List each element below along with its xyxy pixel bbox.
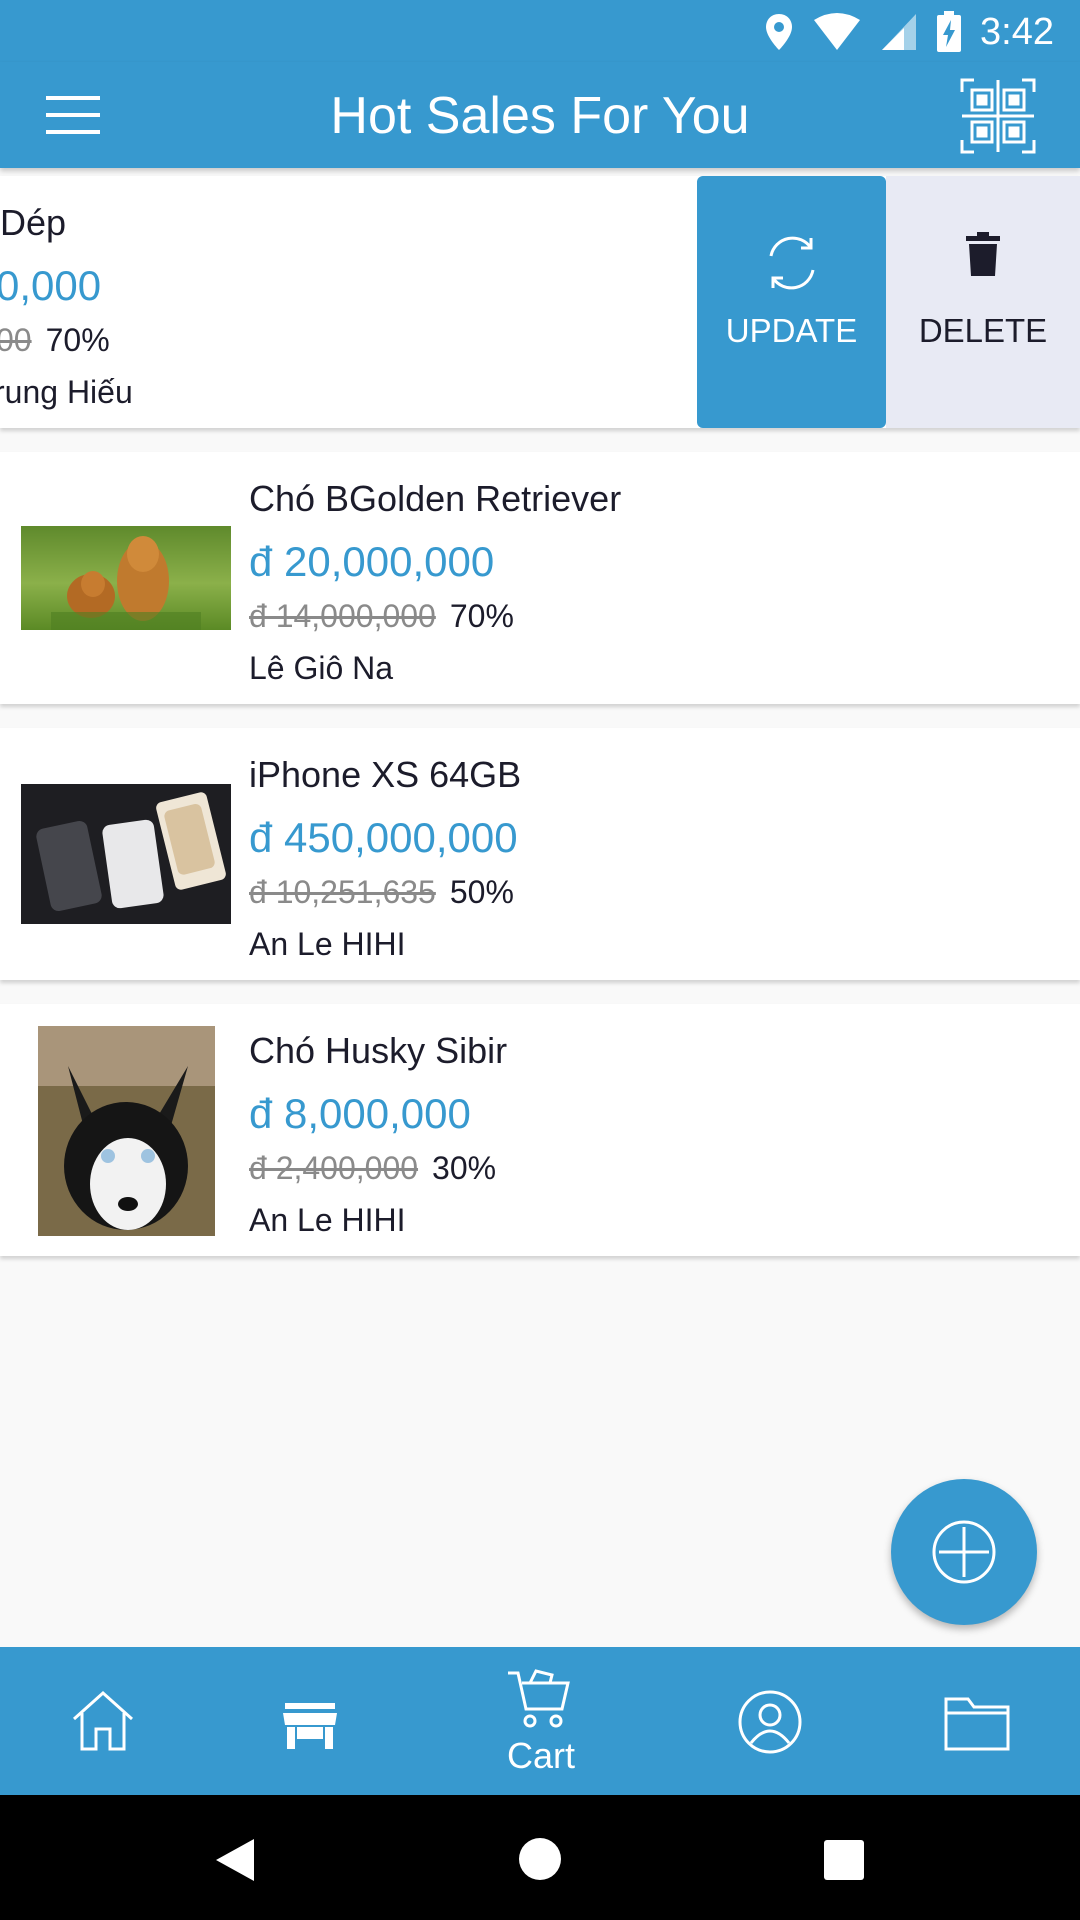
seller-name: Lê Giô Na (249, 650, 394, 686)
product-image (38, 1026, 215, 1236)
product-price: đ 450,000,000 (249, 814, 518, 861)
signal-icon (882, 14, 917, 50)
bottom-navigation: Cart (0, 1647, 1080, 1795)
old-price: đ 10,251,635 (249, 874, 436, 910)
back-icon[interactable] (214, 1837, 256, 1883)
list-item[interactable]: iPhone XS 64GB đ 450,000,000 đ 10,251,63… (0, 728, 1080, 980)
list-item[interactable]: Chó Husky Sibir đ 8,000,000 đ 2,400,000 3… (0, 1004, 1080, 1256)
nav-home[interactable] (70, 1647, 140, 1795)
battery-charging-icon (937, 11, 962, 52)
qr-code-icon[interactable] (960, 78, 1036, 154)
profile-icon (738, 1690, 802, 1754)
nav-folder[interactable] (944, 1647, 1010, 1795)
store-icon (283, 1703, 337, 1749)
nav-cart-label: Cart (506, 1735, 575, 1776)
update-label: UPDATE (725, 312, 858, 349)
location-icon (766, 14, 793, 50)
add-fab-button[interactable] (891, 1479, 1037, 1625)
recents-icon[interactable] (824, 1840, 864, 1880)
old-price: 00 (0, 322, 32, 358)
product-price: 0,000 (0, 262, 102, 309)
folder-icon (944, 1697, 1010, 1751)
old-price-row: đ 2,400,000 30% (249, 1150, 496, 1187)
nav-profile[interactable] (737, 1647, 803, 1795)
old-price-row: đ 10,251,635 50% (249, 874, 514, 911)
seller-name: rung Hiếu (0, 374, 133, 410)
product-price: đ 20,000,000 (249, 538, 495, 585)
old-price: đ 2,400,000 (249, 1150, 419, 1186)
status-time: 3:42 (980, 10, 1054, 53)
husky-photo (38, 1026, 215, 1236)
product-name: Dép (0, 202, 67, 243)
delete-label: DELETE (918, 312, 1048, 349)
system-navigation-bar (0, 1795, 1080, 1920)
seller-name: An Le HIHI (249, 1202, 406, 1238)
wifi-icon (814, 13, 861, 50)
status-bar: 3:42 (0, 0, 1080, 62)
home-circle-icon[interactable] (518, 1837, 562, 1881)
add-circle-icon (932, 1520, 996, 1584)
cart-icon (508, 1669, 570, 1728)
home-icon (72, 1690, 134, 1751)
product-name: iPhone XS 64GB (249, 754, 522, 795)
seller-name: An Le HIHI (249, 926, 406, 962)
refresh-icon (769, 236, 815, 290)
nav-store[interactable] (283, 1647, 339, 1795)
discount-percent: 50% (449, 874, 514, 910)
product-image (21, 784, 231, 924)
product-name: Chó BGolden Retriever (249, 478, 622, 519)
golden-retriever-photo (21, 526, 231, 630)
status-icons: 3:42 (764, 10, 1054, 54)
discount-percent: 70% (45, 322, 110, 358)
old-price-row: đ 14,000,000 70% (249, 598, 514, 635)
old-price-row: 00 70% (0, 322, 110, 359)
list-item[interactable]: Chó BGolden Retriever đ 20,000,000 đ 14,… (0, 452, 1080, 704)
product-name: Chó Husky Sibir (249, 1030, 508, 1071)
delete-button[interactable]: DELETE (886, 176, 1080, 428)
app-bar: Hot Sales For You (0, 62, 1080, 168)
iphone-xs-photo (21, 784, 231, 924)
discount-percent: 70% (449, 598, 514, 634)
trash-icon (966, 232, 1000, 276)
product-price: đ 8,000,000 (249, 1090, 471, 1137)
page-title: Hot Sales For You (330, 87, 750, 145)
product-image (21, 526, 231, 630)
update-button[interactable]: UPDATE (697, 176, 886, 428)
nav-cart[interactable]: Cart (506, 1647, 576, 1795)
old-price: đ 14,000,000 (249, 598, 436, 634)
discount-percent: 30% (432, 1150, 497, 1186)
